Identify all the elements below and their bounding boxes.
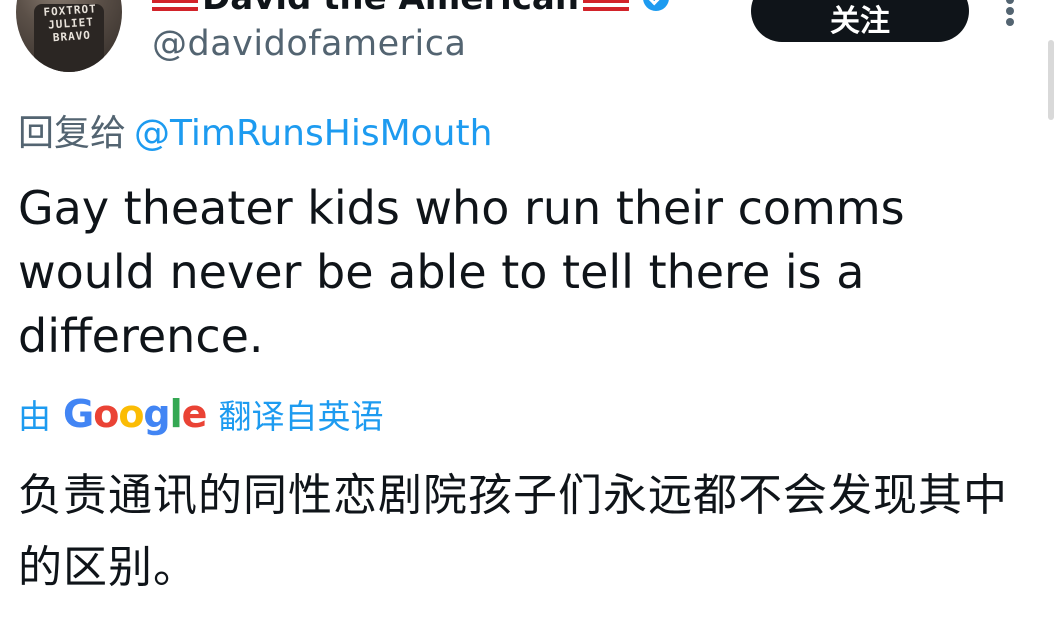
translated-from-label: 翻译自英语 (218, 397, 384, 436)
translated-by-label: 由 (18, 397, 51, 436)
us-flag-icon (152, 0, 198, 13)
translation-attribution[interactable]: 由 Google 翻译自英语 (18, 390, 383, 438)
reply-mention-link[interactable]: @TimRunsHisMouth (134, 113, 492, 154)
translated-tweet-text: 负责通讯的同性恋剧院孩子们永远都不会发现其中的区别。 (18, 470, 1008, 593)
reply-to-line: 回复给 @TimRunsHisMouth (18, 104, 492, 156)
scrollbar[interactable] (1048, 40, 1054, 120)
more-vertical-icon[interactable] (1003, 0, 1017, 26)
avatar-shirt-text: FOXTROT JULIET BRAVO (43, 2, 98, 45)
author-display-name[interactable]: David the American (202, 0, 579, 18)
author-name-row[interactable]: David the American (152, 0, 670, 18)
follow-button[interactable]: 关注 (751, 0, 969, 42)
reply-to-label: 回复给 (18, 113, 127, 154)
us-flag-icon (583, 0, 630, 13)
author-handle[interactable]: @davidofamerica (152, 24, 466, 64)
verified-badge-icon (643, 0, 670, 11)
tweet-text: Gay theater kids who run their comms wou… (18, 181, 905, 363)
avatar[interactable]: FOXTROT JULIET BRAVO (16, 0, 122, 72)
google-logo: Google (63, 392, 207, 436)
